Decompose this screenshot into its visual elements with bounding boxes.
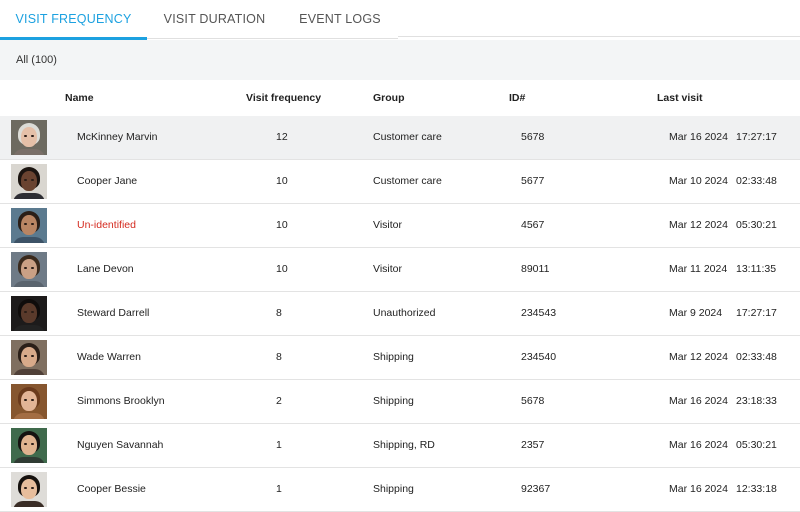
id-value: 234540 <box>521 351 557 363</box>
visit-frequency-value: 10 <box>276 175 288 187</box>
last-visit-time: 05:30:21 <box>736 439 777 451</box>
avatar <box>11 252 47 287</box>
visitor-name: McKinney Marvin <box>77 131 158 143</box>
filter-all[interactable]: All (100) <box>16 40 57 80</box>
id-value: 92367 <box>521 483 551 495</box>
group-value: Shipping, RD <box>373 439 435 451</box>
avatar <box>11 296 47 331</box>
last-visit-date: Mar 16 2024 <box>669 439 728 451</box>
group-value: Visitor <box>373 219 402 231</box>
last-visit-date: Mar 12 2024 <box>669 351 728 363</box>
visitor-name: Simmons Brooklyn <box>77 395 165 407</box>
id-value: 2357 <box>521 439 545 451</box>
visitor-name: Cooper Jane <box>77 175 138 187</box>
avatar <box>11 340 47 375</box>
tab-bar: VISIT FREQUENCY VISIT DURATION EVENT LOG… <box>0 0 800 40</box>
avatar <box>11 164 47 199</box>
column-header-group[interactable]: Group <box>373 80 405 116</box>
group-value: Customer care <box>373 131 442 143</box>
id-value: 5677 <box>521 175 545 187</box>
last-visit-time: 17:27:17 <box>736 131 777 143</box>
last-visit-time: 02:33:48 <box>736 175 777 187</box>
last-visit-date: Mar 12 2024 <box>669 219 728 231</box>
id-value: 5678 <box>521 131 545 143</box>
last-visit-time: 12:33:18 <box>736 483 777 495</box>
visitor-name: Steward Darrell <box>77 307 150 319</box>
table-header: Name Visit frequency Group ID# Last visi… <box>0 80 800 117</box>
last-visit-date: Mar 11 2024 <box>669 263 728 275</box>
last-visit-time: 02:33:48 <box>736 351 777 363</box>
column-header-last-visit[interactable]: Last visit <box>657 80 703 116</box>
table-row[interactable]: McKinney Marvin 12 Customer care 5678 Mar 16… <box>0 116 800 160</box>
group-value: Shipping <box>373 483 414 495</box>
last-visit-date: Mar 16 2024 <box>669 483 728 495</box>
tab-visit-duration[interactable]: VISIT DURATION <box>147 0 282 38</box>
id-value: 5678 <box>521 395 545 407</box>
visit-frequency-value: 1 <box>276 439 282 451</box>
group-value: Shipping <box>373 351 414 363</box>
group-value: Customer care <box>373 175 442 187</box>
last-visit-date: Mar 9 2024 <box>669 307 723 319</box>
tab-event-logs[interactable]: EVENT LOGS <box>282 0 398 38</box>
table-row[interactable]: Un-identified 10 Visitor 4567 Mar 12 2024 05:… <box>0 204 800 248</box>
id-value: 234543 <box>521 307 557 319</box>
group-value: Visitor <box>373 263 402 275</box>
visitor-name: Cooper Bessie <box>77 483 146 495</box>
table-row[interactable]: Lane Devon 10 Visitor 89011 Mar 11 2024 13:11… <box>0 248 800 292</box>
column-header-name[interactable]: Name <box>65 80 94 116</box>
id-value: 89011 <box>521 263 550 275</box>
table-row[interactable]: Simmons Brooklyn 2 Shipping 5678 Mar 16 2024… <box>0 380 800 424</box>
visit-frequency-value: 8 <box>276 351 282 363</box>
table-row[interactable]: Cooper Jane 10 Customer care 5677 Mar 10 202… <box>0 160 800 204</box>
column-header-visit-frequency[interactable]: Visit frequency <box>246 80 321 116</box>
table-row[interactable]: Nguyen Savannah 1 Shipping, RD 2357 Mar 16 2… <box>0 424 800 468</box>
visitor-name: Wade Warren <box>77 351 141 363</box>
visitor-name: Lane Devon <box>77 263 134 275</box>
last-visit-time: 17:27:17 <box>736 307 777 319</box>
visitor-name: Un-identified <box>77 219 136 231</box>
avatar <box>11 472 47 507</box>
visit-frequency-value: 12 <box>276 131 288 143</box>
visit-frequency-value: 8 <box>276 307 282 319</box>
group-value: Unauthorized <box>373 307 436 319</box>
last-visit-time: 05:30:21 <box>736 219 777 231</box>
table-row[interactable]: Steward Darrell 8 Unauthorized 234543 Mar 9 … <box>0 292 800 336</box>
tab-visit-frequency[interactable]: VISIT FREQUENCY <box>0 0 147 38</box>
avatar <box>11 120 47 155</box>
last-visit-date: Mar 16 2024 <box>669 131 728 143</box>
visit-frequency-value: 10 <box>276 263 288 275</box>
visit-frequency-value: 2 <box>276 395 282 407</box>
tab-divider-right <box>398 36 800 37</box>
id-value: 4567 <box>521 219 545 231</box>
group-value: Shipping <box>373 395 414 407</box>
visitor-table-body: McKinney Marvin 12 Customer care 5678 Mar 16… <box>0 116 800 512</box>
avatar <box>11 384 47 419</box>
last-visit-time: 23:18:33 <box>736 395 777 407</box>
last-visit-date: Mar 10 2024 <box>669 175 728 187</box>
avatar <box>11 208 47 243</box>
column-header-id[interactable]: ID# <box>509 80 525 116</box>
last-visit-time: 13:11:35 <box>736 263 777 275</box>
table-row[interactable]: Wade Warren 8 Shipping 234540 Mar 12 2024 02:… <box>0 336 800 380</box>
last-visit-date: Mar 16 2024 <box>669 395 728 407</box>
avatar <box>11 428 47 463</box>
visitor-name: Nguyen Savannah <box>77 439 164 451</box>
visit-frequency-value: 1 <box>276 483 282 495</box>
visit-frequency-value: 10 <box>276 219 288 231</box>
filter-bar: All (100) <box>0 40 800 80</box>
table-row[interactable]: Cooper Bessie 1 Shipping 92367 Mar 16 2024 12… <box>0 468 800 512</box>
